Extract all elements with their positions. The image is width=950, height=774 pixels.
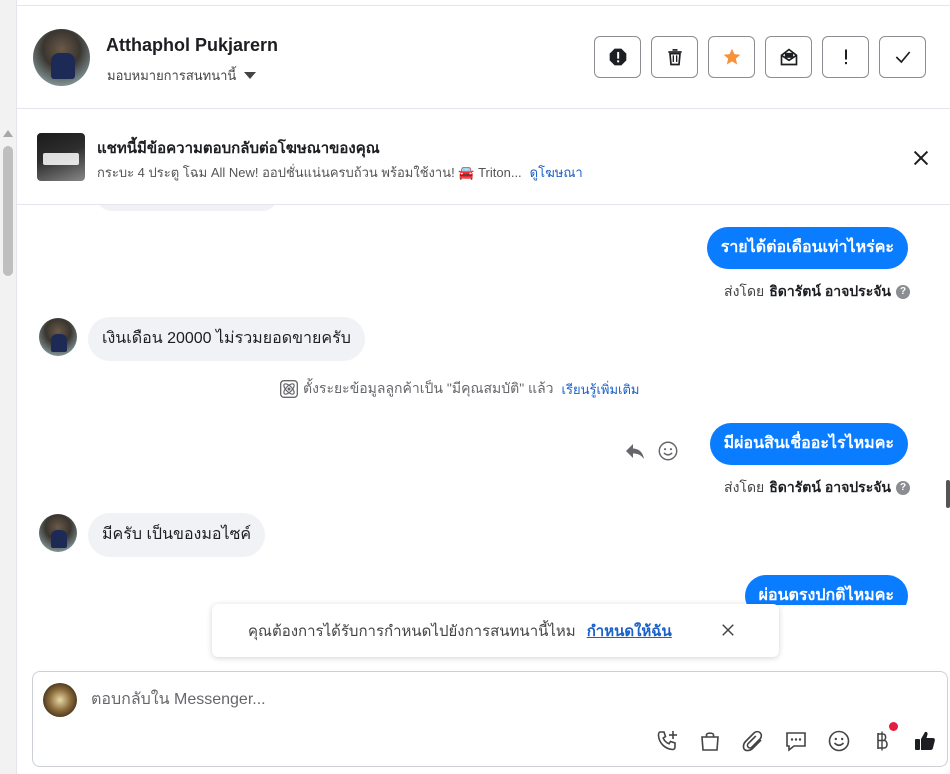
exclamation-icon: [844, 49, 847, 65]
follow-up-button[interactable]: [822, 36, 869, 78]
caret-down-icon: [244, 72, 257, 79]
react-emoji-icon[interactable]: [657, 440, 679, 462]
emoji-icon: [828, 730, 849, 751]
thumbs-up-icon: [914, 731, 935, 750]
sent-by-label: ส่งโดย: [724, 283, 765, 299]
star-button[interactable]: [708, 36, 755, 78]
shopping-bag-icon: [700, 731, 719, 751]
composer-tools: [654, 722, 937, 753]
attach-button[interactable]: [740, 728, 765, 753]
like-button[interactable]: [912, 728, 937, 753]
header-actions: [594, 36, 926, 78]
outgoing-message[interactable]: มีผ่อนสินเชื่ออะไรไหมคะ: [709, 423, 908, 465]
payment-button[interactable]: [869, 722, 898, 753]
call-add-icon: [657, 730, 677, 750]
incoming-message[interactable]: เงินเดือน 20000 ไม่รวมยอดขายครับ: [88, 317, 365, 361]
reply-icon[interactable]: [623, 439, 647, 463]
envelope-open-icon: [780, 48, 797, 66]
contact-name[interactable]: Atthaphol Pukjarern: [106, 35, 278, 56]
contact-avatar-small[interactable]: [39, 514, 77, 552]
notification-dot: [889, 722, 898, 731]
scrollbar-thumb[interactable]: [3, 146, 13, 276]
incoming-message[interactable]: มีครับ เป็นของมอไซค์: [88, 513, 266, 557]
star-icon: [723, 48, 740, 65]
mark-unread-button[interactable]: [765, 36, 812, 78]
outgoing-message[interactable]: รายได้ต่อเดือนเท่าไหร่คะ: [706, 227, 908, 269]
baht-payment-icon: [876, 731, 888, 750]
assign-conversation-dropdown[interactable]: มอบหมายการสนทนานี้: [107, 65, 257, 86]
question-icon[interactable]: ?: [896, 285, 910, 299]
previous-message-bubble: [97, 205, 277, 211]
scroll-up-arrow-icon[interactable]: [3, 130, 13, 137]
atom-icon: [280, 380, 298, 398]
contact-avatar-small[interactable]: [39, 318, 77, 356]
question-icon[interactable]: ?: [896, 481, 910, 495]
mark-done-button[interactable]: [879, 36, 926, 78]
check-icon: [895, 51, 910, 64]
system-note-text: ตั้งระยะข้อมูลลูกค้าเป็น "มีคุณสมบัติ" แ…: [303, 380, 554, 396]
close-icon[interactable]: [910, 147, 932, 169]
assign-prompt-text: คุณต้องการได้รับการกำหนดไปยังการสนทนานี้…: [248, 622, 576, 640]
ad-banner-title: แชทนี้มีข้อความตอบกลับต่อโฆษณาของคุณ: [97, 140, 380, 157]
emoji-button[interactable]: [826, 728, 851, 753]
sent-by-line: ส่งโดย ธิดารัตน์ อาจประจัน ?: [724, 477, 910, 499]
spam-button[interactable]: [594, 36, 641, 78]
ad-reply-banner: แชทนี้มีข้อความตอบกลับต่อโฆษณาของคุณ กระ…: [17, 110, 950, 205]
view-ad-link[interactable]: ดูโฆษณา: [530, 165, 583, 180]
contact-avatar[interactable]: [33, 29, 90, 86]
sender-name: ธิดารัตน์ อาจประจัน: [769, 479, 891, 495]
ad-description-text: กระบะ 4 ประตู โฉม All New! ออปชั่นแน่นคร…: [97, 165, 522, 180]
learn-more-link[interactable]: เรียนรู้เพิ่มเติม: [562, 379, 640, 400]
call-add-button[interactable]: [654, 728, 679, 753]
message-thread[interactable]: รายได้ต่อเดือนเท่าไหร่คะ ส่งโดย ธิดารัตน…: [17, 205, 946, 605]
trash-icon: [667, 49, 682, 66]
saved-reply-button[interactable]: [783, 728, 808, 753]
sent-by-label: ส่งโดย: [724, 479, 765, 495]
sender-name: ธิดารัตน์ อาจประจัน: [769, 283, 891, 299]
conversation-header: Atthaphol Pukjarern มอบหมายการสนทนานี้: [17, 5, 950, 109]
page-avatar: [43, 683, 77, 717]
paperclip-icon: [742, 730, 762, 751]
alert-octagon-icon: [609, 48, 626, 66]
assign-label: มอบหมายการสนทนานี้: [107, 68, 237, 83]
shop-button[interactable]: [697, 728, 722, 753]
thread-scrollbar-thumb[interactable]: [946, 480, 950, 508]
assign-to-me-prompt: คุณต้องการได้รับการกำหนดไปยังการสนทนานี้…: [212, 604, 779, 657]
outgoing-message[interactable]: ผ่อนตรงปกติไหมคะ: [744, 575, 908, 605]
reply-input[interactable]: [91, 685, 791, 715]
ad-thumbnail[interactable]: [37, 133, 85, 181]
assign-to-me-link[interactable]: กำหนดให้ฉัน: [587, 619, 672, 643]
system-note: ตั้งระยะข้อมูลลูกค้าเป็น "มีคุณสมบัติ" แ…: [279, 378, 639, 400]
message-hover-tools: [623, 439, 679, 463]
page-scrollbar[interactable]: [0, 0, 17, 774]
message-composer: [32, 671, 948, 767]
thread-scrollbar[interactable]: [946, 210, 950, 610]
close-icon[interactable]: [719, 621, 737, 639]
sent-by-line: ส่งโดย ธิดารัตน์ อาจประจัน ?: [724, 281, 910, 303]
delete-button[interactable]: [651, 36, 698, 78]
saved-reply-icon: [785, 731, 806, 752]
ad-banner-description: กระบะ 4 ประตู โฉม All New! ออปชั่นแน่นคร…: [97, 162, 583, 183]
